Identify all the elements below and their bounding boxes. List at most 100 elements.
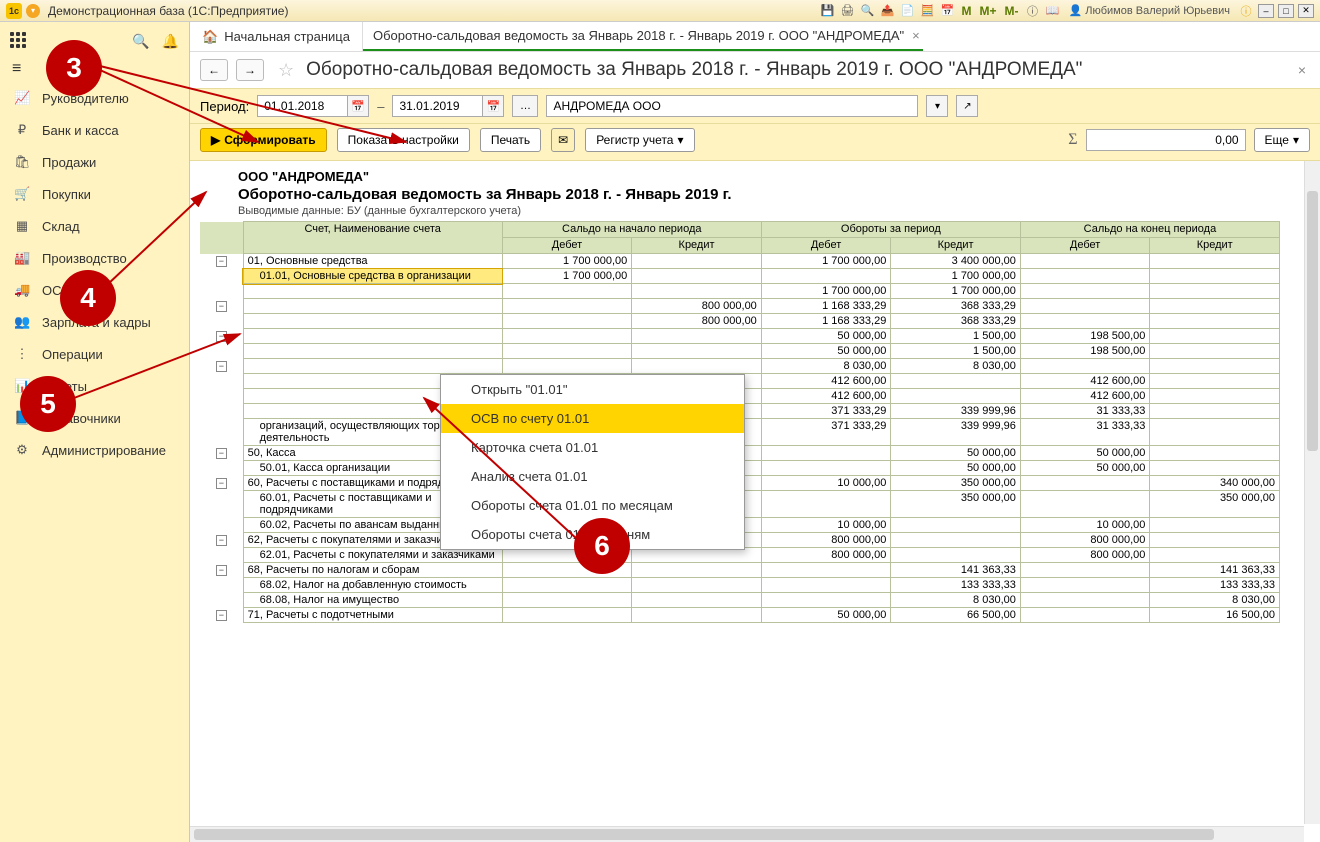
report-area: ООО "АНДРОМЕДА" Оборотно-сальдовая ведом…	[190, 161, 1320, 842]
chevron-down-icon: ▾	[677, 133, 683, 147]
calendar-icon[interactable]: 📅	[939, 3, 955, 19]
back-button[interactable]: ←	[200, 59, 228, 81]
table-row[interactable]: −800 000,001 168 333,29368 333,29	[200, 299, 1280, 314]
dropdown-arrow-icon[interactable]: ▾	[26, 4, 40, 18]
table-row[interactable]: −01, Основные средства1 700 000,001 700 …	[200, 254, 1280, 269]
horizontal-scrollbar[interactable]	[190, 826, 1304, 842]
m-minus-button[interactable]: M-	[1002, 4, 1020, 18]
ctx-card[interactable]: Карточка счета 01.01	[441, 433, 744, 462]
ctx-analysis[interactable]: Анализ счета 01.01	[441, 462, 744, 491]
report-title: Оборотно-сальдовая ведомость за Январь 2…	[238, 186, 1310, 203]
sidebar: 🔍 🔔 ≡ 📈Руководителю ₽Банк и касса 🛍Прода…	[0, 22, 190, 842]
email-button[interactable]: ✉	[551, 128, 575, 152]
table-row[interactable]: −8 030,008 030,00	[200, 359, 1280, 374]
ctx-turnover-month[interactable]: Обороты счета 01.01 по месяцам	[441, 491, 744, 520]
table-row[interactable]: −71, Расчеты с подотчетными50 000,0066 5…	[200, 608, 1280, 623]
th-start: Сальдо на начало периода	[502, 222, 761, 238]
th-account: Счет, Наименование счета	[243, 222, 502, 254]
preview-icon[interactable]: 🔍	[859, 3, 875, 19]
home-icon: 🏠	[202, 29, 218, 45]
table-row[interactable]: 68.02, Налог на добавленную стоимость133…	[200, 578, 1280, 593]
org-open-icon[interactable]: ↗	[956, 95, 978, 117]
tree-toggle-icon[interactable]: −	[216, 565, 227, 576]
print-button[interactable]: Печать	[480, 128, 541, 152]
show-settings-button[interactable]: Показать настройки	[337, 128, 470, 152]
sidebar-item-admin[interactable]: ⚙Администрирование	[0, 434, 189, 466]
sidebar-item-purchases[interactable]: 🛒Покупки	[0, 178, 189, 210]
tab-active[interactable]: Оборотно-сальдовая ведомость за Январь 2…	[363, 22, 923, 51]
calendar-from-icon[interactable]: 📅	[347, 95, 369, 117]
people-icon: 👥	[14, 314, 30, 330]
table-row[interactable]: 800 000,001 168 333,29368 333,29	[200, 314, 1280, 329]
bag-icon: 🛍	[14, 154, 30, 170]
table-row[interactable]: 68.08, Налог на имущество8 030,008 030,0…	[200, 593, 1280, 608]
apps-grid-icon[interactable]	[10, 32, 28, 50]
app-title: Демонстрационная база (1С:Предприятие)	[48, 4, 288, 18]
table-row[interactable]: −68, Расчеты по налогам и сборам141 363,…	[200, 563, 1280, 578]
register-button[interactable]: Регистр учета ▾	[585, 128, 694, 152]
org-input[interactable]	[546, 95, 918, 117]
tree-toggle-icon[interactable]: −	[216, 361, 227, 372]
tree-toggle-icon[interactable]: −	[216, 448, 227, 459]
tree-toggle-icon[interactable]: −	[216, 535, 227, 546]
sidebar-item-warehouse[interactable]: ▦Склад	[0, 210, 189, 242]
dots-icon: ⋮	[14, 346, 30, 362]
tab-close-icon[interactable]: ×	[912, 28, 920, 43]
tree-toggle-icon[interactable]: −	[216, 301, 227, 312]
factory-icon: 🏭	[14, 250, 30, 266]
ctx-osv[interactable]: ОСВ по счету 01.01	[441, 404, 744, 433]
maximize-button[interactable]: □	[1278, 4, 1294, 18]
ruble-icon: ₽	[14, 122, 30, 138]
table-row[interactable]: −50 000,001 500,00198 500,00	[200, 329, 1280, 344]
app-logo-icon: 1c	[6, 3, 22, 19]
page-close-icon[interactable]: ×	[1294, 58, 1310, 82]
search-icon[interactable]: 🔍	[132, 33, 149, 50]
m-button[interactable]: M	[959, 4, 973, 18]
table-row[interactable]: 01.01, Основные средства в организации1 …	[200, 269, 1280, 284]
minimize-button[interactable]: –	[1258, 4, 1274, 18]
m-plus-button[interactable]: M+	[977, 4, 998, 18]
report-toolbar: ▶Сформировать Показать настройки Печать …	[190, 124, 1320, 161]
calendar-to-icon[interactable]: 📅	[482, 95, 504, 117]
sum-input[interactable]	[1086, 129, 1246, 151]
cart-icon: 🛒	[14, 186, 30, 202]
period-from-input[interactable]	[257, 95, 347, 117]
tree-toggle-icon[interactable]: −	[216, 256, 227, 267]
favorite-star-icon[interactable]: ☆	[278, 60, 294, 81]
period-select-button[interactable]: …	[512, 95, 538, 117]
doc-icon[interactable]: 📄	[899, 3, 915, 19]
user-label[interactable]: 👤 Любимов Валерий Юрьевич	[1068, 4, 1230, 17]
truck-icon: 🚚	[14, 282, 30, 298]
help-icon[interactable]: ⓘ	[1024, 3, 1040, 19]
header-row: ← → ☆ Оборотно-сальдовая ведомость за Ян…	[190, 52, 1320, 88]
ctx-open[interactable]: Открыть "01.01"	[441, 375, 744, 404]
tab-home[interactable]: 🏠 Начальная страница	[190, 22, 363, 51]
tree-toggle-icon[interactable]: −	[216, 610, 227, 621]
main-area: 🏠 Начальная страница Оборотно-сальдовая …	[190, 22, 1320, 842]
more-button[interactable]: Еще ▾	[1254, 128, 1310, 152]
close-button[interactable]: ✕	[1298, 4, 1314, 18]
report-org: ООО "АНДРОМЕДА"	[238, 169, 1310, 184]
tree-toggle-icon[interactable]: −	[216, 478, 227, 489]
form-button[interactable]: ▶Сформировать	[200, 128, 327, 152]
table-row[interactable]: 1 700 000,001 700 000,00	[200, 284, 1280, 299]
anno-6: 6	[574, 518, 630, 574]
calc-icon[interactable]: 🧮	[919, 3, 935, 19]
table-row[interactable]: 50 000,001 500,00198 500,00	[200, 344, 1280, 359]
info-icon[interactable]: ⓘ	[1238, 3, 1254, 19]
export-icon[interactable]: 📤	[879, 3, 895, 19]
sidebar-item-production[interactable]: 🏭Производство	[0, 242, 189, 274]
sidebar-item-sales[interactable]: 🛍Продажи	[0, 146, 189, 178]
vertical-scrollbar[interactable]	[1304, 161, 1320, 824]
sidebar-item-bank[interactable]: ₽Банк и касса	[0, 114, 189, 146]
period-to-input[interactable]	[392, 95, 482, 117]
anno-3: 3	[46, 40, 102, 96]
book-icon[interactable]: 📖	[1044, 3, 1060, 19]
org-dropdown-icon[interactable]: ▾	[926, 95, 948, 117]
tree-toggle-icon[interactable]: −	[216, 331, 227, 342]
sidebar-item-operations[interactable]: ⋮Операции	[0, 338, 189, 370]
bell-icon[interactable]: 🔔	[162, 33, 179, 50]
print-icon[interactable]: 🖨	[839, 3, 855, 19]
forward-button[interactable]: →	[236, 59, 264, 81]
save-icon[interactable]: 💾	[819, 3, 835, 19]
